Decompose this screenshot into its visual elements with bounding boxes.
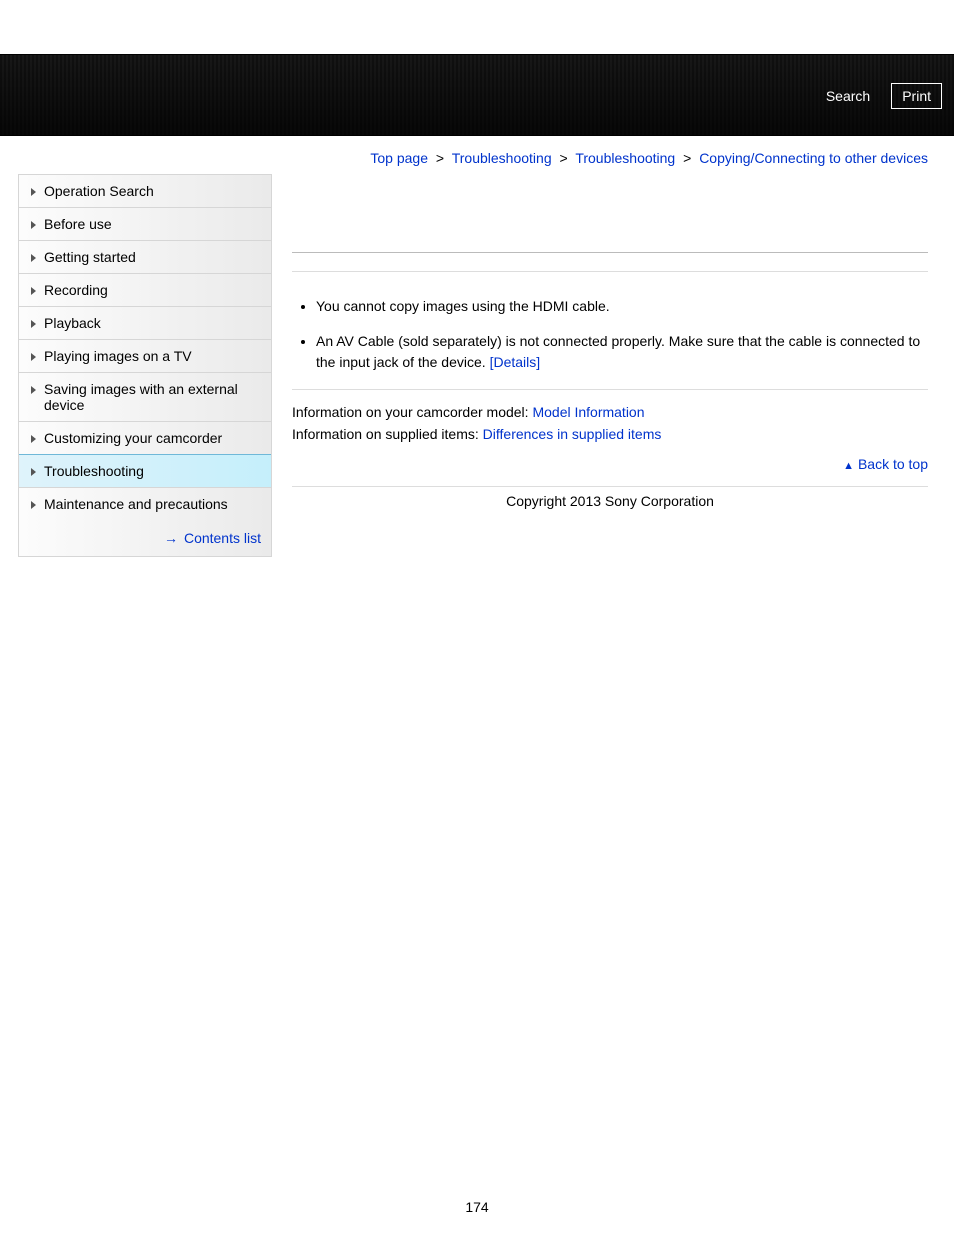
sidebar-item-label: Recording: [44, 282, 108, 298]
content-bullet-list: You cannot copy images using the HDMI ca…: [292, 296, 928, 373]
sidebar-item-label: Playing images on a TV: [44, 348, 192, 364]
sidebar-item-playing-on-tv[interactable]: Playing images on a TV: [19, 339, 271, 372]
sidebar-item-label: Before use: [44, 216, 112, 232]
supplied-items-prefix: Information on supplied items:: [292, 426, 483, 442]
sidebar-item-operation-search[interactable]: Operation Search: [19, 174, 271, 207]
sidebar-item-getting-started[interactable]: Getting started: [19, 240, 271, 273]
list-item: You cannot copy images using the HDMI ca…: [316, 296, 928, 317]
chevron-right-icon: [31, 435, 36, 443]
chevron-right-icon: [31, 353, 36, 361]
breadcrumb-link[interactable]: Troubleshooting: [575, 150, 675, 166]
chevron-right-icon: [31, 254, 36, 262]
sidebar-item-label: Maintenance and precautions: [44, 496, 228, 512]
back-to-top-link[interactable]: Back to top: [858, 456, 928, 472]
model-info-prefix: Information on your camcorder model:: [292, 404, 532, 420]
contents-list-link[interactable]: Contents list: [184, 530, 261, 546]
page-number: 174: [0, 1199, 954, 1215]
triangle-up-icon: ▲: [843, 460, 854, 472]
details-link[interactable]: [Details]: [490, 354, 541, 370]
breadcrumb-link[interactable]: Top page: [370, 150, 428, 166]
sidebar-item-saving-external[interactable]: Saving images with an external device: [19, 372, 271, 421]
header-banner: Search Print: [0, 54, 954, 136]
bullet-text: An AV Cable (sold separately) is not con…: [316, 333, 920, 370]
chevron-right-icon: [31, 287, 36, 295]
chevron-right-icon: [31, 320, 36, 328]
sidebar: Operation Search Before use Getting star…: [18, 174, 272, 557]
arrow-right-icon: →: [164, 530, 178, 546]
sidebar-item-label: Getting started: [44, 249, 136, 265]
sidebar-item-label: Customizing your camcorder: [44, 430, 222, 446]
chevron-right-icon: [31, 188, 36, 196]
breadcrumb-sep: >: [683, 150, 691, 166]
info-block: Information on your camcorder model: Mod…: [292, 404, 928, 442]
sidebar-item-before-use[interactable]: Before use: [19, 207, 271, 240]
sidebar-item-customizing[interactable]: Customizing your camcorder: [19, 421, 271, 454]
breadcrumb-link[interactable]: Troubleshooting: [452, 150, 552, 166]
chevron-right-icon: [31, 501, 36, 509]
print-button[interactable]: Print: [891, 83, 942, 109]
bullet-text: You cannot copy images using the HDMI ca…: [316, 298, 610, 314]
sidebar-item-playback[interactable]: Playback: [19, 306, 271, 339]
chevron-right-icon: [31, 386, 36, 394]
copyright-text: Copyright 2013 Sony Corporation: [292, 486, 928, 509]
breadcrumb-link[interactable]: Copying/Connecting to other devices: [699, 150, 928, 166]
search-button[interactable]: Search: [815, 83, 881, 109]
sidebar-item-recording[interactable]: Recording: [19, 273, 271, 306]
breadcrumb: Top page > Troubleshooting > Troubleshoo…: [0, 136, 954, 174]
model-information-link[interactable]: Model Information: [532, 404, 644, 420]
supplied-items-link[interactable]: Differences in supplied items: [483, 426, 662, 442]
list-item: An AV Cable (sold separately) is not con…: [316, 331, 928, 373]
sidebar-item-maintenance[interactable]: Maintenance and precautions: [19, 487, 271, 520]
chevron-right-icon: [31, 221, 36, 229]
chevron-right-icon: [31, 468, 36, 476]
sidebar-item-troubleshooting[interactable]: Troubleshooting: [19, 454, 271, 487]
sidebar-item-label: Saving images with an external device: [44, 381, 261, 413]
breadcrumb-sep: >: [436, 150, 444, 166]
main-content: You cannot copy images using the HDMI ca…: [272, 174, 954, 509]
breadcrumb-sep: >: [560, 150, 568, 166]
sidebar-item-label: Troubleshooting: [44, 463, 144, 479]
sidebar-item-label: Operation Search: [44, 183, 154, 199]
sidebar-item-label: Playback: [44, 315, 101, 331]
